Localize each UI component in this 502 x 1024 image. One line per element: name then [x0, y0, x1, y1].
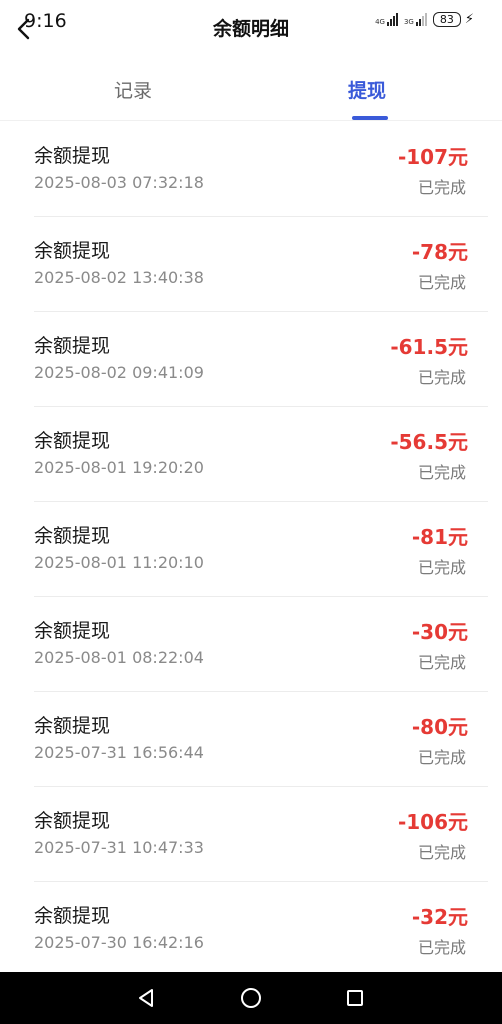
- item-amount: -30元: [411, 620, 468, 644]
- tab-withdraw[interactable]: 提现: [348, 76, 386, 103]
- item-title: 余额提现: [34, 810, 111, 832]
- item-amount: -78元: [411, 240, 468, 264]
- signal-3g-icon: 3G: [404, 13, 427, 26]
- item-time: 2025-08-03 07:32:18: [34, 173, 204, 192]
- nav-recents-button[interactable]: [343, 986, 367, 1010]
- battery-icon: 83: [432, 12, 461, 27]
- list-item[interactable]: 余额提现 2025-07-31 10:47:33 -106元 已完成: [34, 787, 488, 882]
- item-amount: -56.5元: [390, 430, 468, 454]
- status-bar: 9:16 余额明细 4G 3G 83 ⚡: [0, 0, 502, 44]
- item-amount: -61.5元: [390, 335, 468, 359]
- battery-level: 83: [439, 13, 454, 26]
- item-status: 已完成: [417, 178, 466, 197]
- item-amount: -106元: [397, 810, 468, 834]
- list-item[interactable]: 余额提现 2025-08-01 08:22:04 -30元 已完成: [34, 597, 488, 692]
- tab-records[interactable]: 记录: [114, 76, 152, 103]
- item-time: 2025-08-01 19:20:20: [34, 458, 204, 477]
- item-status: 已完成: [417, 368, 466, 387]
- list-item[interactable]: 余额提现 2025-08-02 09:41:09 -61.5元 已完成: [34, 312, 488, 407]
- list-item[interactable]: 余额提现 2025-07-31 16:56:44 -80元 已完成: [34, 692, 488, 787]
- list-item[interactable]: 余额提现 2025-08-03 07:32:18 -107元 已完成: [34, 122, 488, 217]
- item-status: 已完成: [417, 558, 466, 577]
- divider: [0, 120, 502, 121]
- triangle-back-icon: [139, 989, 153, 1007]
- item-time: 2025-08-02 13:40:38: [34, 268, 204, 287]
- item-time: 2025-08-02 09:41:09: [34, 363, 204, 382]
- item-status: 已完成: [417, 938, 466, 957]
- signal-4g-icon: 4G: [375, 13, 398, 26]
- item-amount: -107元: [397, 145, 468, 169]
- item-title: 余额提现: [34, 905, 111, 927]
- item-title: 余额提现: [34, 715, 111, 737]
- item-time: 2025-07-30 16:42:16: [34, 933, 204, 952]
- item-amount: -80元: [411, 715, 468, 739]
- item-title: 余额提现: [34, 525, 111, 547]
- circle-home-icon: [241, 988, 261, 1008]
- nav-back-button[interactable]: [134, 986, 158, 1010]
- tab-bar: 记录 提现: [0, 62, 502, 120]
- list-item[interactable]: 余额提现 2025-08-01 11:20:10 -81元 已完成: [34, 502, 488, 597]
- item-time: 2025-08-01 11:20:10: [34, 553, 204, 572]
- network-4g-label: 4G: [375, 18, 385, 26]
- item-title: 余额提现: [34, 430, 111, 452]
- item-status: 已完成: [417, 273, 466, 292]
- item-status: 已完成: [417, 748, 466, 767]
- system-nav-bar: [0, 972, 502, 1024]
- item-amount: -81元: [411, 525, 468, 549]
- network-3g-label: 3G: [403, 18, 414, 26]
- item-title: 余额提现: [34, 240, 111, 262]
- status-icons: 4G 3G 83 ⚡: [375, 12, 474, 27]
- list-item[interactable]: 余额提现 2025-08-02 13:40:38 -78元 已完成: [34, 217, 488, 312]
- item-time: 2025-07-31 16:56:44: [34, 743, 204, 762]
- item-title: 余额提现: [34, 145, 111, 167]
- item-title: 余额提现: [34, 620, 111, 642]
- nav-home-button[interactable]: [239, 986, 263, 1010]
- withdraw-list: 余额提现 2025-08-03 07:32:18 -107元 已完成 余额提现 …: [0, 122, 502, 977]
- item-status: 已完成: [417, 843, 466, 862]
- list-item[interactable]: 余额提现 2025-08-01 19:20:20 -56.5元 已完成: [34, 407, 488, 502]
- item-status: 已完成: [417, 463, 466, 482]
- item-status: 已完成: [417, 653, 466, 672]
- item-amount: -32元: [411, 905, 468, 929]
- item-time: 2025-08-01 08:22:04: [34, 648, 204, 667]
- list-item[interactable]: 余额提现 2025-07-30 16:42:16 -32元 已完成: [34, 882, 488, 977]
- item-time: 2025-07-31 10:47:33: [34, 838, 204, 857]
- item-title: 余额提现: [34, 335, 111, 357]
- charging-icon: ⚡: [464, 12, 474, 27]
- square-recents-icon: [347, 990, 363, 1006]
